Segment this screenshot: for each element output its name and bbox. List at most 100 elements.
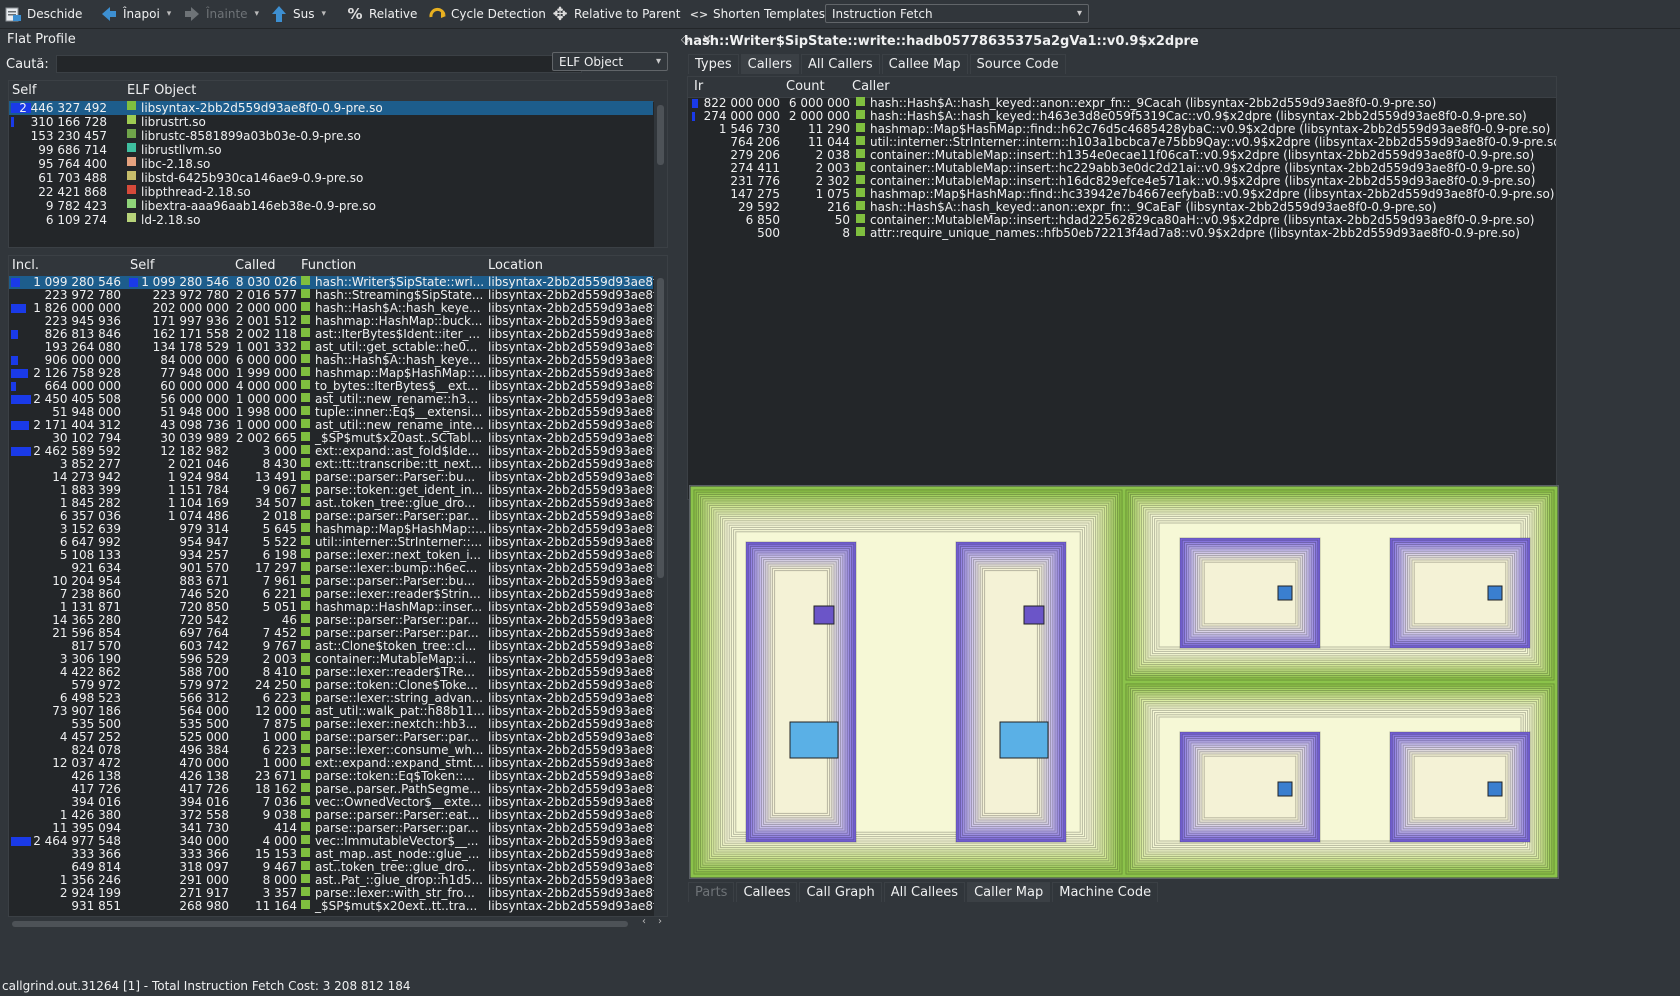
color-swatch: [301, 614, 310, 623]
object-name: libc-2.18.so: [141, 157, 211, 171]
column-caller[interactable]: Caller: [852, 79, 890, 94]
object-name: librustllvm.so: [141, 143, 222, 157]
tab-parts[interactable]: Parts: [688, 882, 735, 902]
back-button[interactable]: Înapoi ▾: [100, 3, 171, 25]
forward-button[interactable]: Înainte ▾: [183, 3, 259, 25]
list-item[interactable]: 310 166 728 librustrt.so: [9, 115, 653, 129]
map-block: [1277, 585, 1293, 601]
list-item[interactable]: 6 109 274 ld-2.18.so: [9, 213, 653, 227]
list-item[interactable]: 99 686 714 librustllvm.so: [9, 143, 653, 157]
color-swatch: [301, 679, 310, 688]
color-swatch: [301, 406, 310, 415]
self-cost: 2 446 327 492: [19, 101, 107, 115]
color-swatch: [127, 213, 136, 222]
object-name: ld-2.18.so: [141, 213, 201, 227]
list-item[interactable]: 61 703 488 libstd-6425b930ca146ae9-0.9-pr…: [9, 171, 653, 185]
tab-callers[interactable]: Callers: [740, 54, 800, 74]
up-button[interactable]: Sus ▾: [270, 3, 326, 25]
chevron-down-icon[interactable]: ▾: [255, 9, 260, 19]
color-swatch: [301, 783, 310, 792]
column-function[interactable]: Function: [301, 258, 356, 273]
hscroll-thumb[interactable]: [12, 921, 628, 927]
map-block: [1487, 585, 1503, 601]
column-elf-object[interactable]: ELF Object: [127, 83, 196, 98]
color-swatch: [856, 188, 865, 197]
group-value: ELF Object: [559, 54, 624, 69]
color-swatch: [301, 627, 310, 636]
table-header: Ir Count Caller: [688, 77, 1556, 98]
list-item[interactable]: 95 764 400 libc-2.18.so: [9, 157, 653, 171]
cycle-detection-toggle[interactable]: Cycle Detection: [428, 3, 546, 25]
color-swatch: [301, 380, 310, 389]
scrollbar-thumb[interactable]: [657, 105, 664, 165]
incl-bar: [11, 447, 31, 456]
shorten-templates-toggle[interactable]: <> Shorten Templates: [690, 3, 825, 25]
tab-caller-map[interactable]: Caller Map: [967, 882, 1051, 902]
list-item[interactable]: 2 446 327 492 libsyntax-2bb2d559d93ae8f0-…: [9, 101, 653, 115]
cost-bar: [692, 99, 698, 108]
color-swatch: [301, 536, 310, 545]
list-item[interactable]: 9 782 423 libextra-aaa96aab146eb38e-0.9-p…: [9, 199, 653, 213]
color-swatch: [301, 276, 310, 285]
ir-cost: 500: [757, 226, 780, 240]
column-self[interactable]: Self: [12, 83, 36, 98]
column-location[interactable]: Location: [488, 258, 543, 273]
objects-scrollbar[interactable]: [654, 101, 667, 247]
column-incl[interactable]: Incl.: [12, 258, 39, 273]
color-swatch: [301, 445, 310, 454]
functions-hscrollbar[interactable]: ‹ ›: [8, 916, 668, 930]
self-cost: 6 109 274: [45, 213, 107, 227]
self-cost: 61 703 488: [38, 171, 107, 185]
scrollbar-thumb[interactable]: [657, 278, 664, 578]
relative-parent-toggle[interactable]: ✥ Relative to Parent: [551, 3, 680, 25]
scroll-right-icon[interactable]: ›: [658, 916, 662, 927]
tab-machine-code[interactable]: Machine Code: [1052, 882, 1159, 902]
list-item[interactable]: 22 421 868 libpthread-2.18.so: [9, 185, 653, 199]
cycle-label: Cycle Detection: [451, 7, 546, 21]
color-swatch: [301, 744, 310, 753]
group-combo[interactable]: ELF Object ▾: [552, 52, 668, 71]
self-cost: 9 782 423: [45, 199, 107, 213]
scroll-left-icon[interactable]: ‹: [642, 916, 646, 927]
color-swatch: [301, 835, 310, 844]
chevron-down-icon[interactable]: ▾: [321, 9, 326, 19]
caller-map[interactable]: [689, 485, 1559, 879]
relative-toggle[interactable]: % Relative: [346, 3, 417, 25]
map-block: [1487, 781, 1503, 797]
arrow-right-icon: [183, 5, 201, 23]
tab-source-code[interactable]: Source Code: [969, 54, 1066, 74]
table-header: Self ELF Object: [9, 81, 667, 102]
search-input[interactable]: [56, 55, 582, 73]
list-item[interactable]: 153 230 457 librustc-8581899a03b03e-0.9-p…: [9, 129, 653, 143]
color-swatch: [127, 143, 136, 152]
color-swatch: [127, 185, 136, 194]
color-swatch: [301, 562, 310, 571]
event-type-combo[interactable]: Instruction Fetch ▾: [825, 4, 1089, 23]
tab-all-callees[interactable]: All Callees: [883, 882, 966, 902]
table-row[interactable]: 931 851 268 980 11 164 _$SP$mut$x20ext..tt.…: [9, 900, 657, 913]
map-block: [1023, 605, 1045, 625]
column-count[interactable]: Count: [786, 79, 825, 94]
incl-bar: [11, 304, 26, 313]
tab-callees[interactable]: Callees: [736, 882, 798, 902]
functions-scrollbar[interactable]: [654, 276, 667, 916]
color-swatch: [127, 115, 136, 124]
color-swatch: [856, 110, 865, 119]
tab-types[interactable]: Types: [688, 54, 739, 74]
object-name: libsyntax-2bb2d559d93ae8f0-0.9-pre.so: [141, 101, 383, 115]
column-called[interactable]: Called: [235, 258, 276, 273]
detail-panel: hash::Writer$SipState::write::hadb057786…: [684, 30, 1680, 980]
table-row[interactable]: 500 8 attr::require_unique_names::hfb50eb7…: [688, 227, 1556, 240]
color-swatch: [301, 822, 310, 831]
column-self[interactable]: Self: [130, 258, 154, 273]
tab-all-callers[interactable]: All Callers: [801, 54, 880, 74]
open-button[interactable]: Deschide: [4, 3, 82, 25]
self-cost: 22 421 868: [38, 185, 107, 199]
top-tabbar: Types Callers All Callers Callee Map Source …: [688, 54, 1066, 74]
object-name: libextra-aaa96aab146eb38e-0.9-pre.so: [141, 199, 376, 213]
column-ir[interactable]: Ir: [694, 79, 703, 94]
tab-call-graph[interactable]: Call Graph: [799, 882, 882, 902]
chevron-down-icon[interactable]: ▾: [167, 9, 172, 19]
color-swatch: [301, 315, 310, 324]
tab-callee-map[interactable]: Callee Map: [881, 54, 968, 74]
